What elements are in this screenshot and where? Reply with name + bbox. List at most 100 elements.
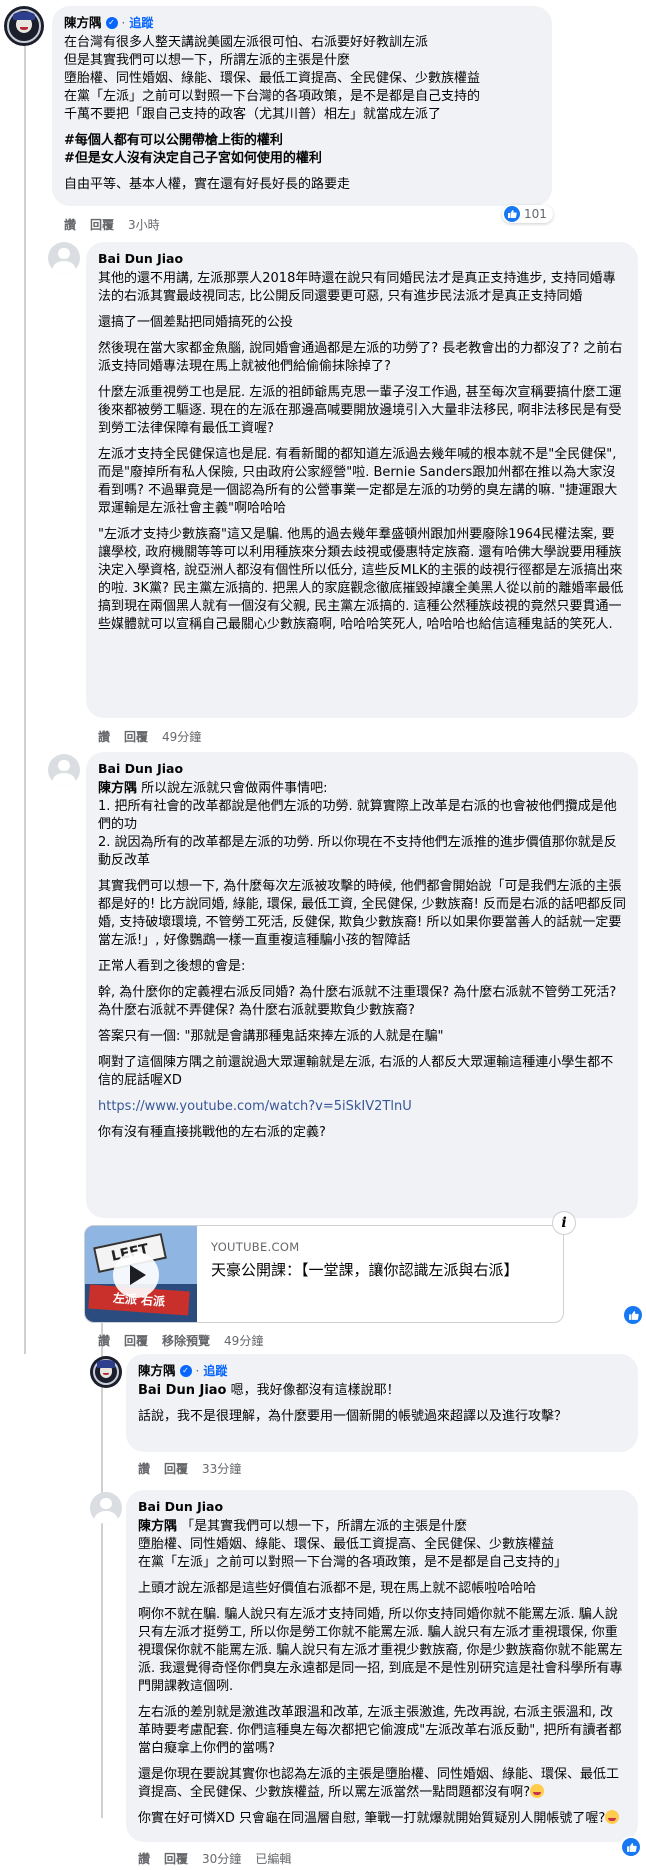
mention-link[interactable]: 陳方隅 [98, 781, 137, 796]
preview-title[interactable]: 天豪公開課：【一堂課，讓你認識左派與右派】 [211, 1260, 549, 1280]
thread-line [101, 1318, 103, 1818]
reply-button[interactable]: 回覆 [164, 1850, 188, 1867]
mention-link[interactable]: 陳方隅 [138, 1519, 177, 1534]
like-button[interactable]: 讚 [64, 216, 76, 233]
comment-text: 然後現在當大家都金魚腦, 說同婚會通過都是左派的功勞了? 長老教會出的力都沒了?… [98, 341, 623, 374]
reply-button[interactable]: 回覆 [90, 216, 114, 233]
like-reaction-icon [504, 206, 520, 222]
like-reaction-icon[interactable] [622, 1838, 640, 1856]
comment-text: "左派才支持少數族裔"這又是騙. 他馬的過去幾年羣盛頓州跟加州要廢除1964民權… [98, 527, 624, 632]
comment-header: 陳方隅 ✓ · 追蹤 [64, 14, 540, 32]
avatar-head [100, 1497, 112, 1510]
avatar-mouth [20, 26, 28, 30]
comment-text: 話說，我不是很理解，為什麼要用一個新開的帳號過來超譯以及進行攻擊？ [138, 1409, 568, 1424]
comment-text: 左派才支持全民健保這也是屁. 有看新聞的都知道左派過去幾年喊的根本就不是"全民健… [98, 447, 621, 516]
avatar-head [58, 759, 70, 772]
avatar-bai[interactable] [48, 242, 80, 274]
comment-text: 答案只有一個: "那就是會講那種鬼話來捧左派的人就是在騙" [98, 1029, 444, 1044]
comment-text: 還是你現在要說其實你也認為左派的主張是墮胎權、同性婚姻、綠能、環保、最低工資提高… [138, 1766, 626, 1802]
avatar-chen[interactable] [4, 6, 44, 46]
comment-bubble-1: 陳方隅 ✓ · 追蹤 在台灣有很多人整天講說美國左派很可怕、右派要好好教訓左派 … [52, 6, 552, 206]
comment-header: Bai Dun Jiao [98, 250, 626, 268]
comment-header: Bai Dun Jiao [98, 760, 626, 778]
comment-header: Bai Dun Jiao [138, 1498, 626, 1516]
reply-button[interactable]: 回覆 [164, 1460, 188, 1477]
comment-text-body: 還是你現在要說其實你也認為左派的主張是墮胎權、同性婚姻、綠能、環保、最低工資提高… [138, 1767, 620, 1800]
like-button[interactable]: 讚 [98, 1332, 110, 1349]
edited-label: 已編輯 [255, 1852, 292, 1866]
timestamp[interactable]: 49分鐘 [162, 728, 201, 745]
preview-domain: YOUTUBE.COM [211, 1240, 300, 1254]
comment-bubble-2: Bai Dun Jiao 其他的還不用講, 左派那票人2018年時還在說只有同婚… [86, 242, 638, 718]
comment-header: 陳方隅 ✓ · 追蹤 [138, 1362, 626, 1380]
timestamp[interactable]: 33分鐘 [202, 1460, 241, 1477]
timestamp[interactable]: 3小時 [128, 216, 160, 233]
comment-text: 自由平等、基本人權，實在還有好長好長的路要走 [64, 177, 351, 192]
avatar-body [94, 1511, 118, 1524]
separator-dot: · [195, 1364, 200, 1378]
hashtag-line[interactable]: #但是女人沒有決定自己子宮如何使用的權利 [64, 150, 540, 168]
comment-actions: 讚 回覆 移除預覽 49分鐘 [98, 1332, 263, 1349]
comment-text: 什麼左派重視勞工也是屁. 左派的祖師爺馬克思一輩子沒工作過, 甚至每次宣稱要搞什… [98, 385, 622, 436]
reaction-count[interactable]: 101 [502, 205, 553, 223]
verified-badge-icon: ✓ [105, 17, 118, 29]
like-reaction-icon[interactable] [624, 1306, 642, 1324]
comment-bubble-5: Bai Dun Jiao 陳方隅 「是其實我們可以想一下，所謂左派的主張是什麼 … [126, 1490, 638, 1842]
grinning-emoji-icon [530, 1784, 545, 1798]
comment-text: Bai Dun Jiao 嗯，我好像都沒有這樣說耶！ [138, 1382, 626, 1400]
link-preview-card[interactable]: LEFT 左派 右派 YOUTUBE.COM 天豪公開課：【一堂課，讓你認識左派… [84, 1225, 564, 1323]
grinning-emoji-icon [605, 1810, 620, 1824]
separator-dot: · [121, 16, 126, 30]
remove-preview-button[interactable]: 移除預覽 [162, 1332, 210, 1349]
comment-bubble-3: Bai Dun Jiao 陳方隅 所以說左派就只會做兩件事情吧: 1. 把所有社… [86, 752, 638, 1218]
comment-text: 陳方隅 「是其實我們可以想一下，所謂左派的主張是什麼 墮胎權、同性婚姻、綠能、環… [138, 1518, 626, 1572]
comment-text: 你實在好可憐XD 只會龜在同溫層自慰, 筆戰一打就爆就開始質疑別人開帳號了喔? [138, 1810, 626, 1828]
comment-text-body: 嗯，我好像都沒有這樣說耶！ [226, 1383, 400, 1398]
author-name[interactable]: 陳方隅 [138, 1362, 176, 1380]
like-button[interactable]: 讚 [98, 728, 110, 745]
timestamp[interactable]: 49分鐘 [224, 1332, 263, 1349]
author-name[interactable]: Bai Dun Jiao [98, 760, 183, 778]
timestamp[interactable]: 30分鐘 [202, 1850, 241, 1867]
like-button[interactable]: 讚 [138, 1850, 150, 1867]
video-thumbnail[interactable]: LEFT 左派 右派 [85, 1226, 197, 1322]
reply-button[interactable]: 回覆 [124, 728, 148, 745]
comment-text: 正常人看到之後想的會是: [98, 959, 246, 974]
comment-text-body: 所以說左派就只會做兩件事情吧: 1. 把所有社會的改革都說是他們左派的功勞. 就… [98, 781, 617, 868]
avatar-body [52, 773, 76, 786]
play-triangle [130, 1265, 146, 1285]
play-icon[interactable] [113, 1252, 159, 1298]
comment-text-body: 「是其實我們可以想一下，所謂左派的主張是什麼 墮胎權、同性婚姻、綠能、環保、最低… [138, 1519, 568, 1570]
comment-text: 你有沒有種直接挑戰他的左右派的定義? [98, 1125, 326, 1140]
comment-text: 啊你不就在騙. 騙人說只有左派才支持同婚, 所以你支持同婚你就不能罵左派. 騙人… [138, 1607, 623, 1694]
like-button[interactable]: 讚 [138, 1460, 150, 1477]
author-name[interactable]: Bai Dun Jiao [138, 1498, 223, 1516]
comment-thread: 陳方隅 ✓ · 追蹤 在台灣有很多人整天講說美國左派很可怕、右派要好好教訓左派 … [0, 0, 646, 1870]
hashtag-line[interactable]: #每個人都有可以公開帶槍上街的權利 [64, 132, 540, 150]
avatar-bai[interactable] [48, 754, 80, 786]
comment-text: 左右派的差別就是激進改革跟溫和改革, 左派主張激進, 先改再說, 右派主張溫和,… [138, 1705, 622, 1756]
thread-line [24, 44, 26, 1354]
avatar-bai[interactable] [90, 1492, 122, 1524]
avatar-body [52, 261, 76, 274]
avatar-chen[interactable] [90, 1356, 122, 1388]
info-icon[interactable]: i [553, 1212, 575, 1234]
reply-button[interactable]: 回覆 [124, 1332, 148, 1349]
comment-actions: 讚 回覆 33分鐘 [138, 1460, 241, 1477]
comment-actions: 讚 回覆 3小時 [64, 216, 160, 233]
mention-link[interactable]: Bai Dun Jiao [138, 1383, 227, 1398]
comment-text: 還搞了一個差點把同婚搞死的公投 [98, 315, 294, 330]
comment-text: 啊對了這個陳方隅之前還說過大眾運輸就是左派, 右派的人都反大眾運輸這種連小學生都… [98, 1055, 614, 1088]
comment-actions: 讚 回覆 30分鐘 已編輯 [138, 1850, 291, 1867]
comment-bubble-4: 陳方隅 ✓ · 追蹤 Bai Dun Jiao 嗯，我好像都沒有這樣說耶！ 話說… [126, 1354, 638, 1452]
comment-text: 陳方隅 所以說左派就只會做兩件事情吧: 1. 把所有社會的改革都說是他們左派的功… [98, 780, 626, 870]
avatar-head [58, 247, 70, 260]
comment-text: 幹, 為什麼你的定義裡右派反同婚? 為什麼右派就不注重環保? 為什麼右派就不管勞… [98, 985, 621, 1018]
follow-button[interactable]: 追蹤 [129, 14, 153, 32]
author-name[interactable]: Bai Dun Jiao [98, 250, 183, 268]
youtube-link[interactable]: https://www.youtube.com/watch?v=5iSkIV2T… [98, 1098, 626, 1116]
comment-actions: 讚 回覆 49分鐘 [98, 728, 201, 745]
author-name[interactable]: 陳方隅 [64, 14, 102, 32]
verified-badge-icon: ✓ [179, 1365, 192, 1377]
follow-button[interactable]: 追蹤 [203, 1362, 227, 1380]
